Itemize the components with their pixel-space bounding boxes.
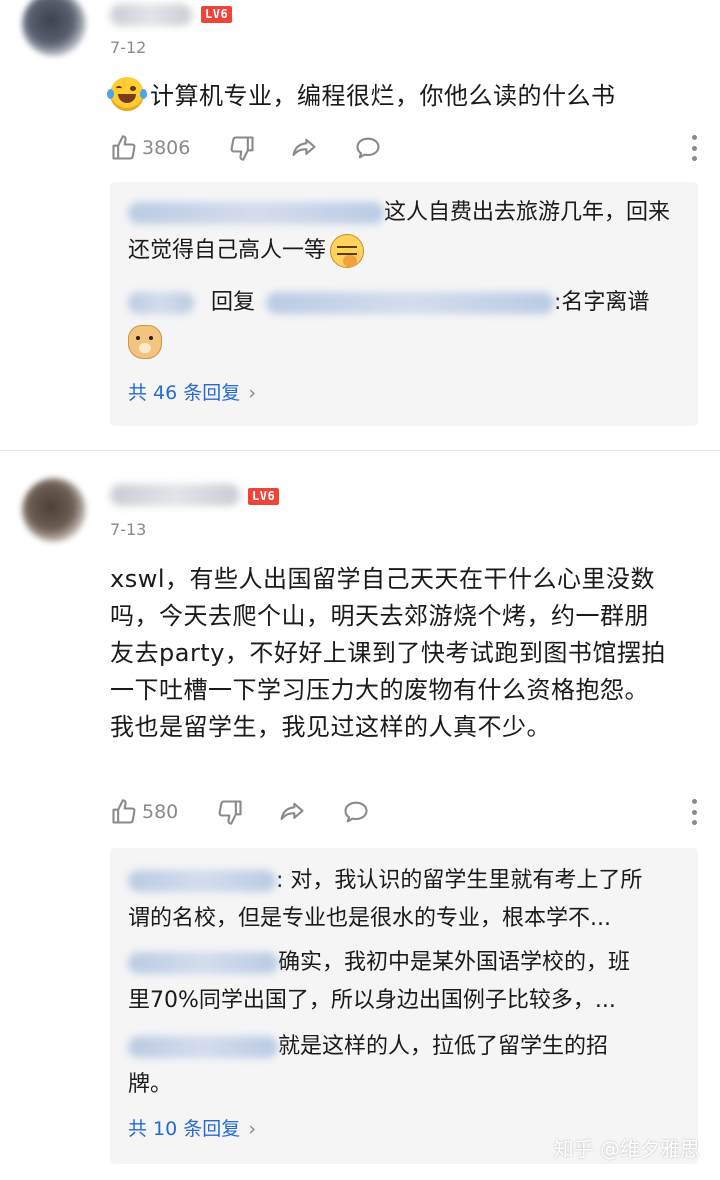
reply-item[interactable]: 确实，我初中是某外国语学校的，班 里70%同学出国了，所以身边出国例子比较多，.…: [128, 944, 680, 1020]
avatar[interactable]: [22, 0, 86, 56]
reply-preview-box[interactable]: : 对，我认识的留学生里就有考上了所 谓的名校，但是专业也是很水的专业，根本学不…: [110, 848, 698, 1164]
level-badge: LV6: [248, 488, 280, 505]
comment-divider: [0, 450, 720, 451]
laughing-tears-emoji: [107, 77, 147, 111]
share-icon: [280, 802, 304, 821]
like-button[interactable]: 580: [110, 797, 178, 827]
thumb-down-icon: [230, 136, 254, 161]
level-badge: LV6: [201, 6, 233, 23]
comment-icon: [344, 801, 368, 823]
comment-text: 计算机专业，编程很烂，你他么读的什么书: [107, 77, 616, 115]
reply-text-line: 确实，我初中是某外国语学校的，班: [278, 950, 631, 975]
reply-author-blurred[interactable]: [128, 202, 384, 224]
dislike-button[interactable]: [228, 133, 256, 163]
reply-text-line: 谓的名校，但是专业也是很水的专业，根本学不...: [128, 906, 611, 931]
dislike-button[interactable]: [216, 797, 244, 827]
reply-item[interactable]: 回复 :名字离谱: [128, 284, 680, 360]
comment-text-line: 吗，今天去爬个山，明天去郊游烧个烤，约一群朋: [110, 602, 649, 630]
reply-text-line: : 对，我认识的留学生里就有考上了所: [276, 868, 643, 893]
reply-text-line: 里70%同学出国了，所以身边出国例子比较多，...: [128, 988, 616, 1013]
comment-actions: 3806: [110, 133, 698, 163]
reply-item[interactable]: : 对，我认识的留学生里就有考上了所 谓的名校，但是专业也是很水的专业，根本学不…: [128, 862, 680, 938]
chevron-right-icon: ›: [248, 1118, 256, 1140]
comment-icon: [356, 137, 380, 159]
thumb-down-icon: [218, 800, 242, 825]
like-count: 580: [142, 801, 179, 823]
view-all-replies-link[interactable]: 共 10 条回复 ›: [128, 1114, 256, 1141]
username-blurred[interactable]: [110, 484, 240, 506]
reply-item[interactable]: 这人自费出去旅游几年，回来还觉得自己高人一等: [128, 194, 680, 270]
avatar[interactable]: [22, 478, 86, 542]
more-icon[interactable]: [692, 799, 698, 825]
reply-item[interactable]: 就是这样的人，拉低了留学生的招 牌。: [128, 1028, 680, 1104]
reply-author-blurred[interactable]: [128, 952, 278, 974]
reply-author-blurred[interactable]: [128, 1036, 278, 1058]
reply-author-blurred[interactable]: [128, 870, 276, 892]
reply-text-2: :名字离谱: [554, 290, 650, 315]
like-button[interactable]: 3806: [110, 133, 190, 163]
view-all-replies-link[interactable]: 共 46 条回复 ›: [128, 378, 256, 405]
chevron-right-icon: ›: [248, 382, 256, 404]
comment-actions: 580: [110, 797, 698, 827]
comment-text-line: 我也是留学生，我见过这样的人真不少。: [110, 713, 551, 741]
share-icon: [292, 138, 316, 157]
reply-target-blurred[interactable]: [266, 292, 555, 314]
reply-text-line: 就是这样的人，拉低了留学生的招: [278, 1034, 609, 1059]
like-count: 3806: [142, 137, 191, 159]
reply-preview-box[interactable]: 这人自费出去旅游几年，回来还觉得自己高人一等 回复 :名字离谱 共 46 条回复…: [110, 182, 698, 426]
thumb-up-icon: [112, 799, 136, 824]
watermark: 知乎 @维夕雅思: [553, 1137, 700, 1161]
thumb-up-icon: [112, 135, 136, 160]
doge-emoji: [128, 325, 162, 359]
comment-text-line: xswl，有些人出国留学自己天天在干什么心里没数: [110, 565, 656, 593]
thinking-emoji: [330, 234, 365, 268]
comment-text: xswl，有些人出国留学自己天天在干什么心里没数 吗，今天去爬个山，明天去郊游烧…: [110, 561, 710, 746]
comment-text-line: 一下吐槽一下学习压力大的废物有什么资格抱怨。: [110, 676, 649, 704]
comment-date: 7-13: [110, 520, 147, 539]
share-button[interactable]: [290, 133, 318, 163]
more-icon[interactable]: [692, 135, 698, 161]
reply-word: 回复: [211, 290, 256, 315]
comment-text-line: 友去party，不好好上课到了快考试跑到图书馆摆拍: [110, 639, 666, 667]
comment-button[interactable]: [354, 133, 382, 163]
username-blurred[interactable]: [110, 4, 192, 26]
comment-button[interactable]: [342, 797, 370, 827]
reply-author-blurred[interactable]: [128, 292, 194, 314]
comment-date: 7-12: [110, 38, 147, 57]
share-button[interactable]: [278, 797, 306, 827]
reply-text-line: 牌。: [128, 1072, 173, 1097]
